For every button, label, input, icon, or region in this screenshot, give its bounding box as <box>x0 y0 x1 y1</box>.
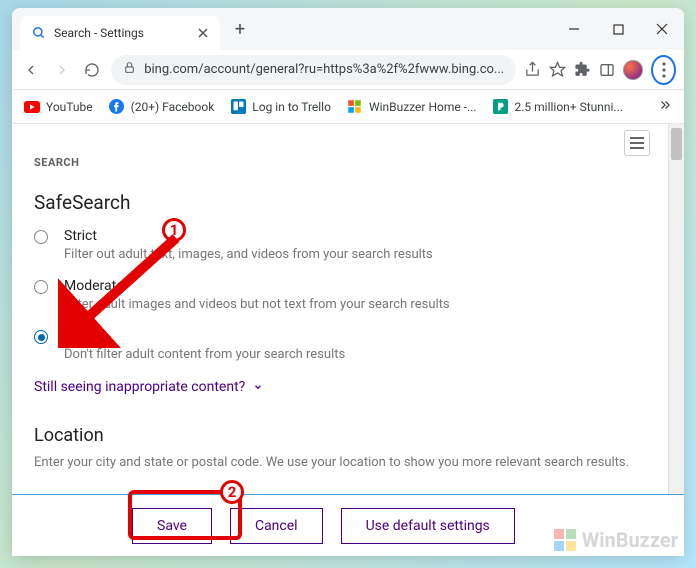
tab-title: Search - Settings <box>54 26 144 40</box>
back-button[interactable] <box>20 56 42 84</box>
browser-tab[interactable]: Search - Settings <box>20 16 220 50</box>
radio-label: Moderate <box>64 278 646 294</box>
close-icon[interactable] <box>196 26 210 40</box>
bookmark-facebook[interactable]: (20+) Facebook <box>109 99 215 115</box>
bookmark-pexels[interactable]: 2.5 million+ Stunni... <box>493 99 623 115</box>
extensions-icon[interactable] <box>574 60 591 80</box>
url-box[interactable]: bing.com/account/general?ru=https%3a%2f%… <box>111 55 516 85</box>
radio-button[interactable] <box>34 230 48 244</box>
radio-button[interactable] <box>34 330 48 344</box>
scrollbar[interactable] <box>668 124 684 556</box>
sidepanel-icon[interactable] <box>599 60 615 80</box>
location-title: Location <box>34 425 646 446</box>
reload-button[interactable] <box>81 56 103 84</box>
bookmark-label: YouTube <box>46 100 93 114</box>
radio-description: Filter adult images and videos but not t… <box>64 296 646 314</box>
settings-footer: Save Cancel Use default settings <box>12 494 684 556</box>
cancel-button[interactable]: Cancel <box>230 508 323 544</box>
bookmarks-bar: YouTube (20+) Facebook Log in to Trello … <box>12 90 684 124</box>
section-label: SEARCH <box>34 156 646 169</box>
bookmark-label: (20+) Facebook <box>131 100 215 114</box>
bookmark-label: Log in to Trello <box>252 100 331 114</box>
radio-label: Off <box>64 328 646 344</box>
bookmark-winbuzzer[interactable]: WinBuzzer Home -... <box>347 99 477 115</box>
safesearch-radio-group: Strict Filter out adult text, images, an… <box>34 228 646 365</box>
radio-option-off[interactable]: Off Don't filter adult content from your… <box>34 328 646 364</box>
radio-description: Filter out adult text, images, and video… <box>64 246 646 264</box>
radio-option-strict[interactable]: Strict Filter out adult text, images, an… <box>34 228 646 264</box>
window-close-button[interactable] <box>640 12 684 46</box>
titlebar: Search - Settings + <box>12 8 684 50</box>
page-content-area: SEARCH SafeSearch Strict Filter out adul… <box>12 124 684 556</box>
save-button[interactable]: Save <box>132 508 212 544</box>
link-text: Still seeing inappropriate content? <box>34 379 245 395</box>
trello-icon <box>230 99 246 115</box>
radio-button[interactable] <box>34 280 48 294</box>
radio-option-moderate[interactable]: Moderate Filter adult images and videos … <box>34 278 646 314</box>
browser-menu-button[interactable] <box>651 55 676 85</box>
winbuzzer-icon <box>347 99 363 115</box>
lock-icon <box>123 61 136 78</box>
radio-label: Strict <box>64 228 646 244</box>
use-default-settings-button[interactable]: Use default settings <box>341 508 515 544</box>
maximize-button[interactable] <box>596 12 640 46</box>
bookmark-label: WinBuzzer Home -... <box>369 100 477 114</box>
browser-window: Search - Settings + bing.com/account/gen… <box>12 8 684 556</box>
bookmark-youtube[interactable]: YouTube <box>24 99 93 115</box>
url-text: bing.com/account/general?ru=https%3a%2f%… <box>144 62 504 77</box>
new-tab-button[interactable]: + <box>226 15 254 43</box>
forward-button[interactable] <box>50 56 72 84</box>
address-bar: bing.com/account/general?ru=https%3a%2f%… <box>12 50 684 90</box>
share-icon[interactable] <box>524 60 541 80</box>
scrollbar-thumb[interactable] <box>671 128 682 160</box>
youtube-icon <box>24 99 40 115</box>
minimize-button[interactable] <box>552 12 596 46</box>
location-description: Enter your city and state or postal code… <box>34 454 646 472</box>
hamburger-menu-button[interactable] <box>624 130 650 156</box>
bookmarks-overflow[interactable] <box>658 98 672 115</box>
pexels-icon <box>493 99 509 115</box>
chevron-down-icon <box>253 382 263 392</box>
location-section: Location Enter your city and state or po… <box>34 425 646 472</box>
star-icon[interactable] <box>549 60 566 80</box>
radio-description: Don't filter adult content from your sea… <box>64 346 646 364</box>
profile-avatar[interactable] <box>623 60 643 80</box>
settings-page: SEARCH SafeSearch Strict Filter out adul… <box>12 124 668 556</box>
search-icon <box>32 26 46 40</box>
inappropriate-content-link[interactable]: Still seeing inappropriate content? <box>34 379 646 395</box>
safesearch-title: SafeSearch <box>34 191 646 214</box>
bookmark-trello[interactable]: Log in to Trello <box>230 99 331 115</box>
facebook-icon <box>109 99 125 115</box>
bookmark-label: 2.5 million+ Stunni... <box>515 100 623 114</box>
window-controls <box>552 12 684 46</box>
